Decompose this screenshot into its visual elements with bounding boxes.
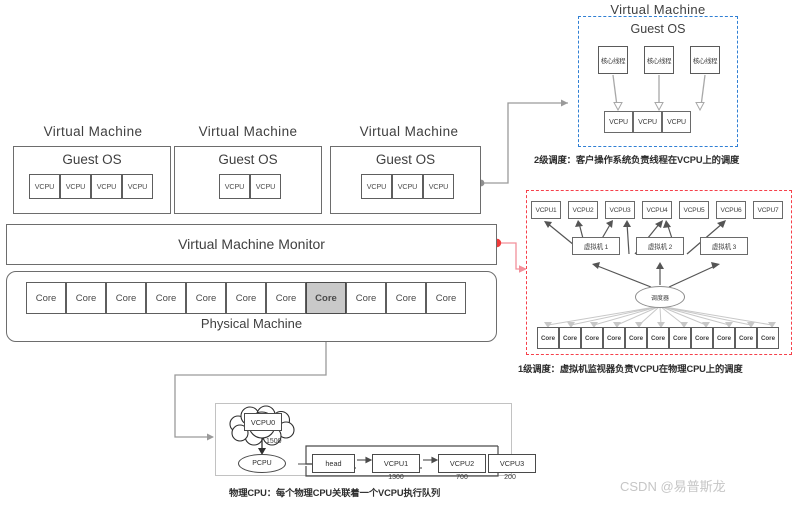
level1-vm-box[interactable]: 虚拟机 2 bbox=[636, 237, 684, 255]
vm-box-1[interactable]: Guest OS VCPU VCPU VCPU VCPU bbox=[13, 146, 171, 214]
level2-caption: 2级调度：客户操作系统负责线程在VCPU上的调度 bbox=[534, 155, 740, 165]
core-box[interactable]: Core bbox=[346, 282, 386, 314]
vm-title-2: Virtual Machine bbox=[198, 124, 298, 139]
vm-box-2[interactable]: Guest OS VCPU VCPU bbox=[174, 146, 322, 214]
level1-vcpu-box[interactable]: VCPU6 bbox=[716, 201, 746, 219]
queue-vcpu-value: 200 bbox=[504, 474, 516, 481]
level1-core-box[interactable]: Core bbox=[691, 327, 713, 349]
level2-panel: Guest OS 核心线程 核心线程 核心线程 VCPU VCPU VCPU bbox=[578, 16, 738, 147]
vcpu-box[interactable]: VCPU bbox=[392, 174, 423, 199]
core-box[interactable]: Core bbox=[186, 282, 226, 314]
vcpu0-box[interactable]: VCPU0 bbox=[244, 413, 282, 431]
virtual-machine-monitor-box[interactable]: Virtual Machine Monitor bbox=[6, 224, 497, 265]
vcpu-box[interactable]: VCPU bbox=[60, 174, 91, 199]
core-box[interactable]: Core bbox=[226, 282, 266, 314]
pcpu-panel: VCPU0 1500 PCPU head VCPU1 1300 VCPU2 70… bbox=[215, 403, 536, 481]
core-box[interactable]: Core bbox=[66, 282, 106, 314]
vcpu-box[interactable]: VCPU bbox=[122, 174, 153, 199]
queue-vcpu-box[interactable]: VCPU1 bbox=[372, 454, 420, 473]
vcpu-box[interactable]: VCPU bbox=[250, 174, 281, 199]
level2-panel-title: Virtual Machine bbox=[610, 2, 706, 17]
level1-core-box[interactable]: Core bbox=[647, 327, 669, 349]
vcpu-box[interactable]: VCPU bbox=[361, 174, 392, 199]
level1-panel: VCPU1 VCPU2 VCPU3 VCPU4 VCPU5 VCPU6 VCPU… bbox=[526, 190, 792, 355]
queue-head-box[interactable]: head bbox=[312, 454, 355, 473]
vcpu-box[interactable]: VCPU bbox=[91, 174, 122, 199]
level1-vcpu-box[interactable]: VCPU1 bbox=[531, 201, 561, 219]
guest-os-label-2: Guest OS bbox=[218, 152, 278, 167]
queue-vcpu-value: 1300 bbox=[388, 474, 404, 481]
level1-caption: 1级调度：虚拟机监视器负责VCPU在物理CPU上的调度 bbox=[518, 364, 743, 374]
level1-core-box[interactable]: Core bbox=[713, 327, 735, 349]
queue-vcpu-box[interactable]: VCPU3 bbox=[488, 454, 536, 473]
level1-vm-box[interactable]: 虚拟机 1 bbox=[572, 237, 620, 255]
level1-core-box[interactable]: Core bbox=[735, 327, 757, 349]
level1-core-box[interactable]: Core bbox=[603, 327, 625, 349]
vcpu0-value: 1500 bbox=[266, 438, 282, 445]
vm-box-3[interactable]: Guest OS VCPU VCPU VCPU bbox=[330, 146, 481, 214]
core-box[interactable]: Core bbox=[146, 282, 186, 314]
core-box[interactable]: Core bbox=[266, 282, 306, 314]
level1-vcpu-box[interactable]: VCPU4 bbox=[642, 201, 672, 219]
level1-vm-box[interactable]: 虚拟机 3 bbox=[700, 237, 748, 255]
level1-core-box[interactable]: Core bbox=[559, 327, 581, 349]
vcpu-box[interactable]: VCPU bbox=[29, 174, 60, 199]
level1-core-box[interactable]: Core bbox=[757, 327, 779, 349]
vcpu-box[interactable]: VCPU bbox=[219, 174, 250, 199]
core-box[interactable]: Core bbox=[26, 282, 66, 314]
vcpu-box[interactable]: VCPU bbox=[423, 174, 454, 199]
physical-machine-label: Physical Machine bbox=[200, 316, 303, 331]
pcpu-caption: 物理CPU：每个物理CPU关联着一个VCPU执行队列 bbox=[229, 488, 441, 498]
guest-os-label-1: Guest OS bbox=[62, 152, 122, 167]
core-box[interactable]: Core bbox=[106, 282, 146, 314]
level1-vcpu-box[interactable]: VCPU3 bbox=[605, 201, 635, 219]
core-box-highlighted[interactable]: Core bbox=[306, 282, 346, 314]
guest-os-label-3: Guest OS bbox=[375, 152, 436, 167]
level1-vcpu-box[interactable]: VCPU5 bbox=[679, 201, 709, 219]
scheduler-cloud[interactable]: 调度器 bbox=[635, 286, 685, 308]
level1-core-box[interactable]: Core bbox=[625, 327, 647, 349]
level1-vcpu-box[interactable]: VCPU7 bbox=[753, 201, 783, 219]
level2-vcpu-box[interactable]: VCPU bbox=[633, 111, 662, 133]
level2-vcpu-box[interactable]: VCPU bbox=[604, 111, 633, 133]
diagram-canvas: Virtual Machine Virtual Machine Virtual … bbox=[0, 0, 794, 507]
level1-vcpu-box[interactable]: VCPU2 bbox=[568, 201, 598, 219]
queue-vcpu-box[interactable]: VCPU2 bbox=[438, 454, 486, 473]
level1-core-box[interactable]: Core bbox=[537, 327, 559, 349]
pcpu-ellipse[interactable]: PCPU bbox=[238, 454, 286, 473]
queue-vcpu-value: 700 bbox=[456, 474, 468, 481]
level1-core-box[interactable]: Core bbox=[669, 327, 691, 349]
watermark: CSDN @易普斯龙 bbox=[620, 479, 726, 494]
core-box[interactable]: Core bbox=[426, 282, 466, 314]
vmm-label: Virtual Machine Monitor bbox=[178, 236, 325, 252]
level1-core-box[interactable]: Core bbox=[581, 327, 603, 349]
vm-title-3: Virtual Machine bbox=[359, 124, 459, 139]
vm-title-1: Virtual Machine bbox=[43, 124, 143, 139]
level2-vcpu-box[interactable]: VCPU bbox=[662, 111, 691, 133]
core-box[interactable]: Core bbox=[386, 282, 426, 314]
